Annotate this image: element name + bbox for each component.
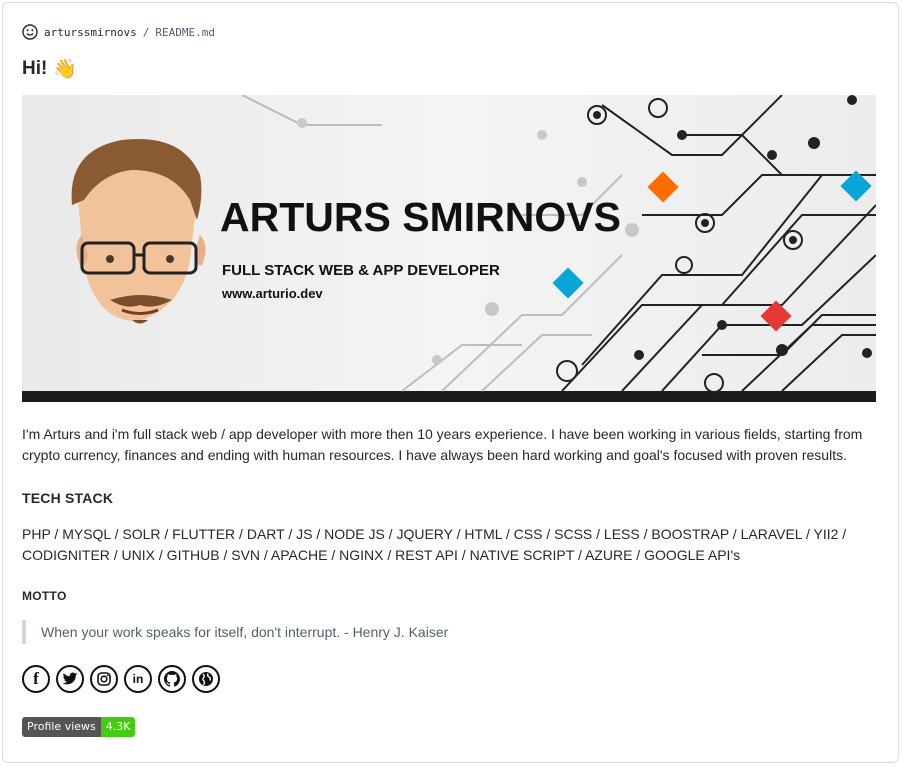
facebook-icon[interactable]: f	[22, 665, 50, 693]
motto-quote: When your work speaks for itself, don't …	[22, 620, 448, 644]
banner-name: ARTURS SMIRNOVS	[220, 194, 621, 240]
profile-banner: ARTURS SMIRNOVS FULL STACK WEB & APP DEV…	[22, 95, 876, 402]
motto-heading: MOTTO	[22, 589, 67, 603]
title-text: Hi!	[22, 58, 48, 79]
instagram-icon[interactable]	[90, 665, 118, 693]
globe-icon[interactable]	[192, 665, 220, 693]
readme-title: Hi! 👋	[22, 58, 77, 80]
badge-value: 4.3K	[100, 717, 136, 737]
intro-paragraph: I'm Arturs and i'm full stack web / app …	[22, 426, 863, 463]
social-links: f in	[22, 665, 220, 693]
github-icon[interactable]	[158, 665, 186, 693]
repo-owner-link[interactable]: arturssmirnovs	[44, 26, 137, 39]
path-separator: /	[142, 25, 150, 39]
tech-stack-list: PHP / MYSQL / SOLR / FLUTTER / DART / JS…	[22, 526, 847, 563]
wave-emoji: 👋	[53, 58, 77, 80]
banner-site: www.arturio.dev	[221, 286, 323, 301]
twitter-icon[interactable]	[56, 665, 84, 693]
banner-role: FULL STACK WEB & APP DEVELOPER	[222, 262, 500, 279]
badge-label: Profile views	[22, 717, 101, 737]
smiley-icon	[22, 24, 38, 40]
readme-filename: README.md	[155, 25, 215, 39]
tech-stack-heading: TECH STACK	[22, 490, 114, 506]
profile-views-badge: Profile views 4.3K	[22, 717, 136, 737]
readme-header: arturssmirnovs / README.md	[22, 24, 215, 40]
linkedin-icon[interactable]: in	[124, 665, 152, 693]
